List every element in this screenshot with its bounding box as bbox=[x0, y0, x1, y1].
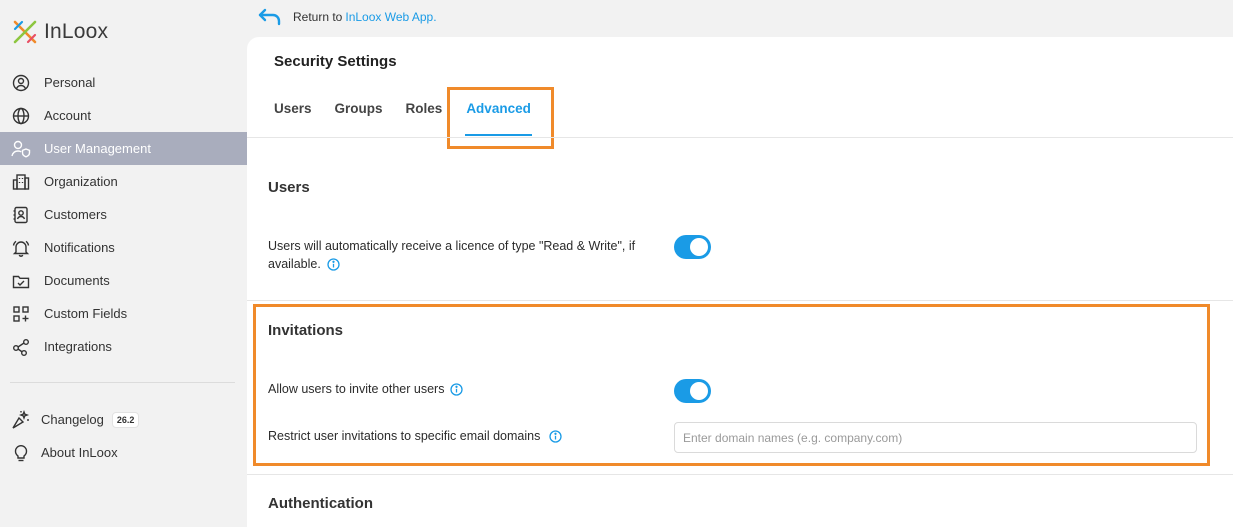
sidebar-item-notifications[interactable]: Notifications bbox=[0, 231, 247, 264]
grid-plus-icon bbox=[11, 304, 31, 324]
sidebar-nav: Personal Account User Management Organiz… bbox=[0, 66, 247, 363]
globe-icon bbox=[11, 106, 31, 126]
allow-invite-toggle[interactable] bbox=[674, 379, 711, 403]
users-section-divider bbox=[247, 300, 1233, 301]
sidebar-item-custom-fields[interactable]: Custom Fields bbox=[0, 297, 247, 330]
restrict-domains-text: Restrict user invitations to specific em… bbox=[268, 429, 541, 443]
licence-toggle[interactable] bbox=[674, 235, 711, 259]
logo-text: InLoox bbox=[44, 20, 109, 43]
allow-invite-text: Allow users to invite other users bbox=[268, 382, 445, 396]
sidebar-item-integrations[interactable]: Integrations bbox=[0, 330, 247, 363]
sidebar-item-label: Customers bbox=[44, 207, 107, 222]
sidebar-item-personal[interactable]: Personal bbox=[0, 66, 247, 99]
restrict-domains-label: Restrict user invitations to specific em… bbox=[268, 427, 562, 445]
tab-users[interactable]: Users bbox=[274, 101, 312, 116]
sidebar-item-customers[interactable]: Customers bbox=[0, 198, 247, 231]
return-link[interactable]: InLoox Web App. bbox=[345, 10, 436, 24]
share-nodes-icon bbox=[11, 337, 31, 357]
building-icon bbox=[11, 172, 31, 192]
return-bar: Return to InLoox Web App. bbox=[258, 6, 437, 28]
return-prefix: Return to bbox=[293, 10, 343, 24]
info-icon[interactable] bbox=[327, 258, 340, 271]
contact-book-icon bbox=[11, 205, 31, 225]
main-panel: Security Settings Users Groups Roles Adv… bbox=[247, 37, 1233, 527]
sidebar-item-label: Organization bbox=[44, 174, 118, 189]
domain-names-input[interactable] bbox=[674, 422, 1197, 453]
sidebar-item-label: Notifications bbox=[44, 240, 115, 255]
sidebar-item-organization[interactable]: Organization bbox=[0, 165, 247, 198]
info-icon[interactable] bbox=[450, 383, 464, 396]
user-shield-icon bbox=[11, 139, 31, 159]
folder-check-icon bbox=[11, 271, 31, 291]
sidebar-item-account[interactable]: Account bbox=[0, 99, 247, 132]
allow-invite-label: Allow users to invite other users bbox=[268, 380, 464, 398]
sidebar-item-documents[interactable]: Documents bbox=[0, 264, 247, 297]
sidebar-item-label: Custom Fields bbox=[44, 306, 128, 321]
sidebar-item-label: Documents bbox=[44, 273, 110, 288]
sidebar-secondary-nav: Changelog 26.2 About InLoox bbox=[0, 403, 247, 469]
sidebar-divider bbox=[10, 382, 235, 383]
sidebar-item-changelog[interactable]: Changelog 26.2 bbox=[0, 403, 247, 436]
sidebar-item-label: Personal bbox=[44, 75, 96, 90]
page-title: Security Settings bbox=[274, 53, 397, 70]
inloox-logo-icon bbox=[13, 20, 37, 44]
tabs-divider bbox=[247, 137, 1233, 138]
bell-icon bbox=[11, 238, 31, 258]
person-circle-icon bbox=[11, 73, 31, 93]
sidebar-item-label: Changelog bbox=[41, 412, 104, 427]
invitations-section-divider bbox=[247, 474, 1233, 475]
sidebar-item-label: User Management bbox=[44, 141, 151, 156]
sidebar-item-label: Integrations bbox=[44, 339, 112, 354]
sidebar-item-user-management[interactable]: User Management bbox=[0, 132, 247, 165]
sidebar-item-about[interactable]: About InLoox bbox=[0, 436, 247, 469]
lightbulb-icon bbox=[11, 443, 31, 463]
section-title-users: Users bbox=[268, 179, 310, 196]
sparkle-icon bbox=[11, 409, 31, 430]
sidebar: InLoox Personal Account User Management … bbox=[0, 0, 247, 527]
sidebar-item-label: Account bbox=[44, 108, 91, 123]
return-arrow-icon[interactable] bbox=[258, 8, 284, 26]
tab-highlight-box bbox=[447, 87, 554, 149]
tab-roles[interactable]: Roles bbox=[406, 101, 443, 116]
sidebar-item-label: About InLoox bbox=[41, 445, 118, 460]
section-title-authentication: Authentication bbox=[268, 495, 373, 512]
version-badge: 26.2 bbox=[111, 411, 140, 428]
licence-label-text: Users will automatically receive a licen… bbox=[268, 239, 636, 271]
tab-groups[interactable]: Groups bbox=[335, 101, 383, 116]
section-title-invitations: Invitations bbox=[268, 322, 344, 339]
inloox-logo[interactable]: InLoox bbox=[12, 18, 108, 46]
info-icon[interactable] bbox=[549, 430, 562, 443]
licence-setting-label: Users will automatically receive a licen… bbox=[268, 237, 638, 273]
